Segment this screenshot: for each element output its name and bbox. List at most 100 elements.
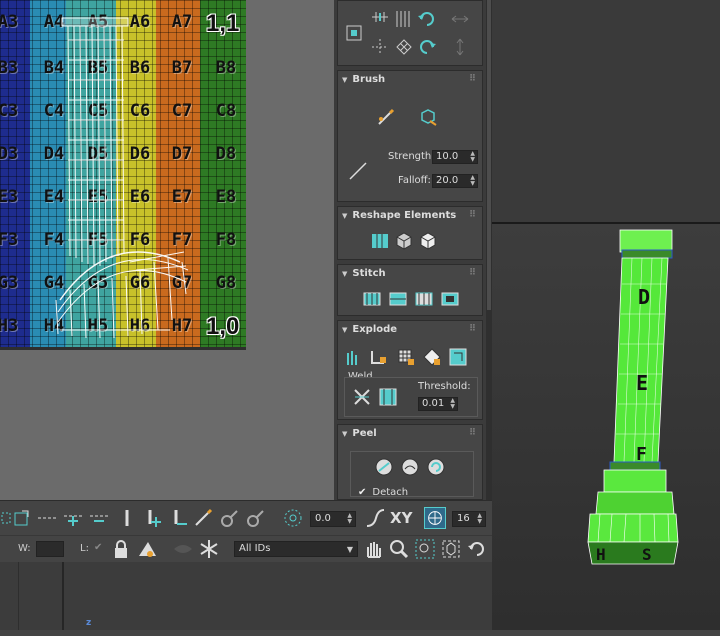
w-field[interactable] <box>36 541 64 557</box>
viewport-top-area <box>492 0 720 222</box>
soft-selection-icon[interactable] <box>282 507 304 529</box>
check-icon: ✔ <box>358 487 367 498</box>
explode-rollout: ▼Explode⠿ Weld Threshold: 0.01▲▼ <box>337 320 483 420</box>
reshape-rollout-header[interactable]: ▼ Reshape Elements ⠿ <box>338 207 482 224</box>
relax-brush-icon[interactable] <box>418 107 438 127</box>
box-map-icon[interactable] <box>418 231 438 251</box>
select-cross-icon[interactable] <box>12 507 34 529</box>
flatten-by-angle-icon[interactable] <box>368 347 388 367</box>
align-vertical-icon[interactable] <box>392 9 412 29</box>
bottom-toolbar: 0.0 ▲ ▼ XY 16 ▲ ▼ W: L: ✔ All IDs ▼ <box>0 500 492 562</box>
falloff-label: Falloff: <box>398 175 431 186</box>
peel-rollout-header[interactable]: ▼ Peel ⠿ <box>338 425 482 442</box>
paint-select-icon[interactable] <box>192 507 214 529</box>
explode-rollout-header[interactable]: ▼ Explode ⠿ <box>338 321 482 338</box>
snap-toggle-icon[interactable] <box>424 507 446 529</box>
rotate-ccw-icon[interactable] <box>416 9 436 29</box>
toolbar-row-1: 0.0 ▲ ▼ XY 16 ▲ ▼ <box>0 505 492 533</box>
flatten-by-polygon-icon[interactable] <box>396 347 416 367</box>
space-grid-icon[interactable] <box>394 37 414 57</box>
ring-select-icon[interactable] <box>116 507 138 529</box>
eye-icon[interactable] <box>172 538 194 560</box>
snap-value: 16 <box>457 513 470 524</box>
stitch-rollout: ▼ Stitch ⠿ <box>337 264 483 316</box>
reset-peel-icon[interactable] <box>426 457 446 477</box>
paint-shrink-icon[interactable] <box>244 507 266 529</box>
break-icon[interactable] <box>344 347 364 367</box>
straighten-icon[interactable] <box>370 231 390 251</box>
rotate-view-icon[interactable] <box>466 538 488 560</box>
flatten-by-material-icon[interactable] <box>448 347 468 367</box>
stitch-target-icon[interactable] <box>414 289 434 309</box>
falloff-distance-value: 0.0 <box>315 513 331 524</box>
stitch-title: Stitch <box>352 268 386 279</box>
falloff-space-label[interactable]: XY <box>390 509 412 527</box>
detach-checkbox[interactable]: ✔ Detach <box>358 487 408 498</box>
toolbar-row-2: W: L: ✔ All IDs ▼ <box>0 535 492 563</box>
threshold-value: 0.01 <box>422 398 445 409</box>
peel-rollout: ▼ Peel ⠿ ✔ Detach <box>337 424 483 500</box>
zoom-extents-icon[interactable] <box>440 538 462 560</box>
material-id-select[interactable]: All IDs ▼ <box>234 541 358 557</box>
falloff-value: 20.0 <box>436 175 459 186</box>
zoom-icon[interactable] <box>388 538 410 560</box>
uv-mesh-wireframe[interactable] <box>0 0 246 350</box>
l-label: L: <box>80 543 89 554</box>
3d-viewport[interactable]: D E F H S <box>492 222 720 630</box>
stitch-average-icon[interactable] <box>440 289 460 309</box>
align-horizontal-icon[interactable] <box>370 9 390 29</box>
texture-letter: E <box>636 371 648 395</box>
rotate-cw-icon[interactable] <box>418 37 438 57</box>
l-checkbox[interactable]: ✔ <box>94 542 102 553</box>
uv-side-panel: ▼ Brush ⠿ Strength: 10.0 ▲ ▼ Falloff: 20.0 ▲ ▼… <box>334 0 486 500</box>
pan-hand-icon[interactable] <box>362 538 384 560</box>
flatten-by-smoothing-icon[interactable] <box>422 347 442 367</box>
quick-peel-icon[interactable] <box>374 457 394 477</box>
paint-grow-icon[interactable] <box>218 507 240 529</box>
strength-value: 10.0 <box>436 151 459 162</box>
falloff-type-icon[interactable] <box>364 507 386 529</box>
snap-value-field[interactable]: 16 ▲ ▼ <box>452 511 486 527</box>
grow-selection-icon[interactable] <box>62 507 84 529</box>
stitch-source-icon[interactable] <box>388 289 408 309</box>
weld-all-icon[interactable] <box>378 387 398 407</box>
arrows-horizontal-icon[interactable] <box>450 9 470 29</box>
select-edge-loop-icon[interactable] <box>36 507 58 529</box>
w-label: W: <box>18 543 31 554</box>
hide-icon[interactable] <box>136 538 158 560</box>
zoom-region-icon[interactable] <box>414 538 436 560</box>
threshold-spinner[interactable]: 0.01 ▲ ▼ <box>418 397 458 411</box>
reshape-title: Reshape Elements <box>352 210 457 221</box>
peel-mode-icon[interactable] <box>400 457 420 477</box>
threshold-label: Threshold: <box>418 381 471 392</box>
explode-title: Explode <box>352 324 398 335</box>
arrows-vertical-icon[interactable] <box>450 37 470 57</box>
ring-grow-icon[interactable] <box>142 507 164 529</box>
ring-shrink-icon[interactable] <box>168 507 190 529</box>
strength-spinner[interactable]: 10.0 ▲ ▼ <box>432 150 478 164</box>
column-model[interactable]: D E F H S <box>492 224 720 632</box>
reshape-elements-rollout: ▼ Reshape Elements ⠿ <box>337 206 483 260</box>
freeze-icon[interactable] <box>198 538 220 560</box>
paint-brush-icon[interactable] <box>376 107 396 127</box>
relax-icon[interactable] <box>394 231 414 251</box>
weld-selected-icon[interactable] <box>352 387 372 407</box>
brush-rollout-header[interactable]: ▼ Brush ⠿ <box>338 71 482 88</box>
shrink-selection-icon[interactable] <box>88 507 110 529</box>
space-horizontal-icon[interactable] <box>370 37 390 57</box>
stitch-rollout-header[interactable]: ▼ Stitch ⠿ <box>338 265 482 282</box>
lock-icon[interactable] <box>110 538 132 560</box>
lower-panel <box>0 562 492 630</box>
texture-letter: D <box>638 285 650 309</box>
uv-editor-canvas[interactable]: A3A4A5A6A7B3B4B5B6B7B8C3C4C5C6C7C8D3D4D5… <box>0 0 246 350</box>
peel-title: Peel <box>352 428 377 439</box>
freeform-icon[interactable] <box>344 23 364 43</box>
texture-letter: H <box>596 545 606 564</box>
scrollbar-thumb[interactable] <box>487 0 491 310</box>
falloff-curve-icon[interactable] <box>348 161 368 181</box>
stitch-custom-icon[interactable] <box>362 289 382 309</box>
dropdown-arrow-icon: ▼ <box>346 545 353 554</box>
falloff-distance-field[interactable]: 0.0 ▲ ▼ <box>310 511 356 527</box>
falloff-spinner[interactable]: 20.0 ▲ ▼ <box>432 174 478 188</box>
detach-label: Detach <box>372 487 409 498</box>
